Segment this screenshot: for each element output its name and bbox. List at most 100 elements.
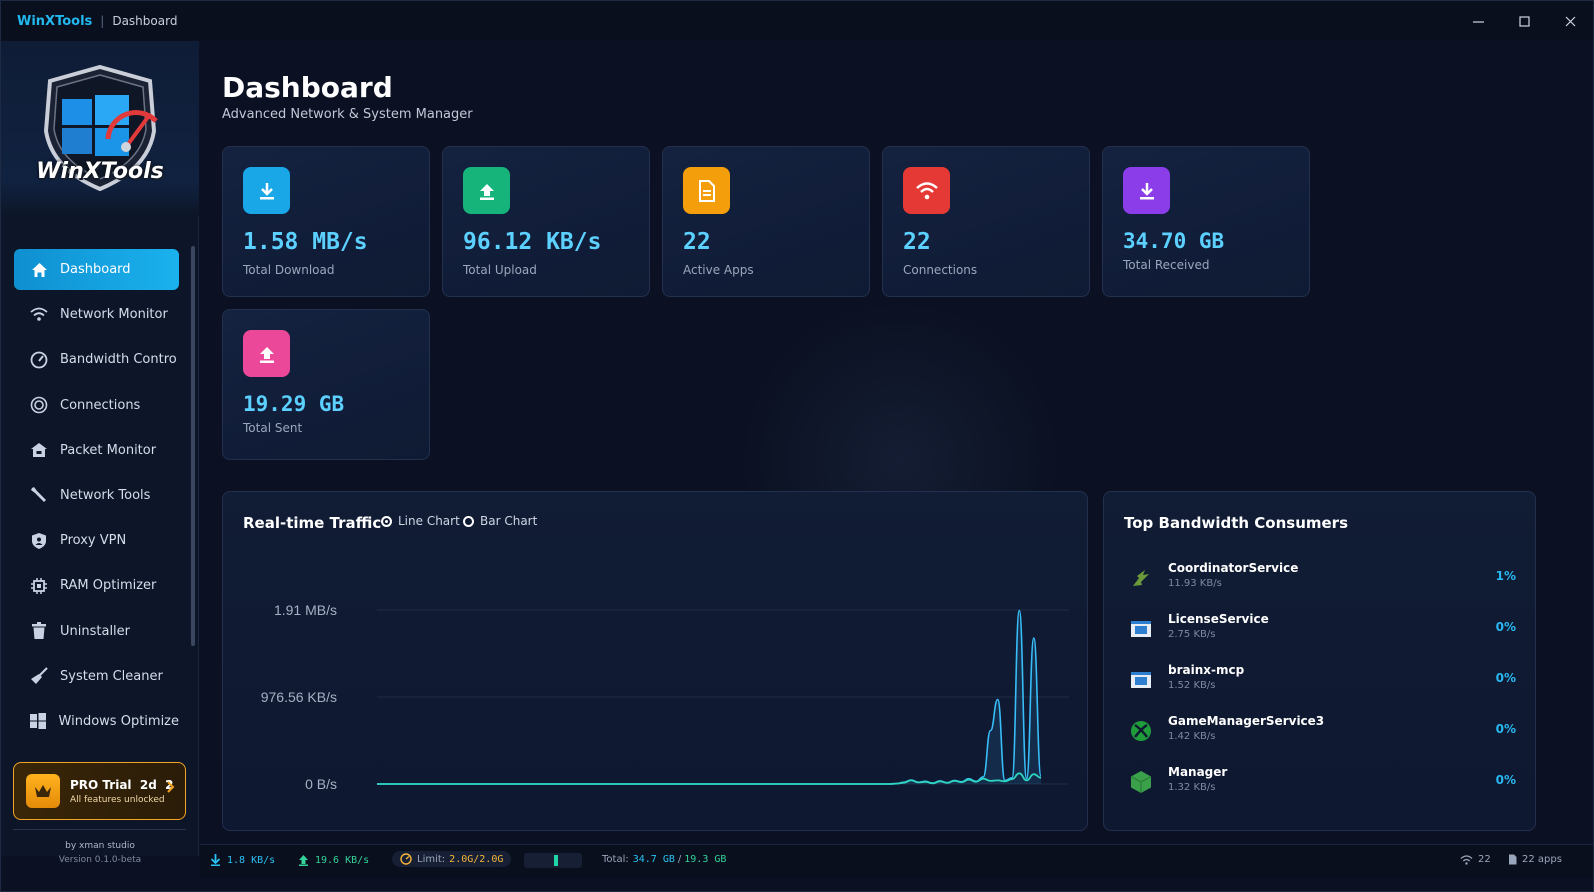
stat-label: Total Download	[243, 263, 335, 277]
title-bar: WinXTools | Dashboard	[1, 1, 1593, 41]
stat-value: 1.58 MB/s	[243, 229, 368, 255]
pro-trial-card[interactable]: PRO Trial 2d 2 All features unlocked	[13, 762, 186, 820]
stat-value: 34.70 GB	[1123, 229, 1225, 253]
pro-trial-subtitle: All features unlocked	[70, 794, 165, 805]
consumer-row[interactable]: CoordinatorService 11.93 KB/s 1%	[1124, 559, 1516, 599]
page-title: Dashboard	[222, 71, 393, 104]
app-name: WinXTools	[17, 13, 93, 29]
maximize-button[interactable]	[1501, 1, 1547, 41]
minimize-button[interactable]	[1455, 1, 1501, 41]
main-content: Dashboard Advanced Network & System Mana…	[200, 41, 1593, 844]
page-subtitle: Advanced Network & System Manager	[222, 107, 473, 122]
status-upload: 19.6 KB/s	[298, 854, 369, 866]
status-bar: 1.8 KB/s 19.6 KB/s Limit: 2.0G/2.0G Tota…	[200, 844, 1593, 878]
stat-card-total-download: 1.58 MB/s Total Download	[222, 146, 430, 297]
sidebar-item-bandwidth-control[interactable]: Bandwidth Contro	[14, 339, 179, 380]
consumer-rate: 2.75 KB/s	[1168, 629, 1216, 640]
windows-icon	[28, 712, 49, 730]
logo-area: WinXTools	[1, 41, 199, 216]
consumer-name: Manager	[1168, 765, 1228, 779]
status-upload-value: 19.6 KB/s	[315, 854, 370, 866]
packet-icon	[28, 441, 50, 459]
connections-icon	[28, 396, 50, 414]
window-icon	[1128, 616, 1154, 642]
sidebar-item-label: Network Monitor	[60, 307, 168, 323]
apps-count: 22 apps	[1522, 854, 1562, 865]
app-icon	[1128, 565, 1154, 591]
consumer-row[interactable]: GameManagerService3 1.42 KB/s 0%	[1124, 712, 1516, 752]
sidebar-scrollbar[interactable]	[191, 246, 195, 646]
shield-icon	[28, 532, 50, 550]
limit-label: Limit:	[417, 853, 446, 865]
logo-wordmark: WinXTools	[36, 159, 164, 184]
sidebar-item-label: Packet Monitor	[60, 442, 157, 458]
trash-icon	[28, 622, 50, 640]
consumers-panel: Top Bandwidth Consumers CoordinatorServi…	[1103, 491, 1536, 831]
consumer-percent: 1%	[1495, 569, 1516, 583]
consumer-rate: 1.52 KB/s	[1168, 680, 1216, 691]
home-icon	[28, 261, 50, 279]
gauge-icon	[400, 853, 412, 865]
sidebar-item-connections[interactable]: Connections	[14, 385, 179, 426]
consumers-title: Top Bandwidth Consumers	[1124, 514, 1349, 532]
sidebar-item-packet-monitor[interactable]: Packet Monitor	[14, 430, 179, 471]
total-received: 34.7 GB	[632, 854, 675, 865]
sidebar-item-dashboard[interactable]: Dashboard	[14, 249, 179, 290]
sidebar-item-system-cleaner[interactable]: System Cleaner	[14, 656, 179, 697]
download-icon	[243, 167, 290, 214]
sidebar-item-ram-optimizer[interactable]: RAM Optimizer	[14, 565, 179, 606]
sidebar-item-label: Dashboard	[60, 262, 131, 277]
consumer-rate: 1.32 KB/s	[1168, 782, 1216, 793]
total-sent: 19.3 GB	[684, 854, 727, 865]
version-label: Version 0.1.0-beta	[58, 855, 142, 865]
consumer-name: GameManagerService3	[1168, 714, 1325, 728]
chevron-right-icon	[167, 781, 175, 797]
stat-value: 19.29 GB	[243, 392, 345, 416]
stat-card-connections: 22 Connections	[882, 146, 1090, 297]
app-window: WinXTools | Dashboard WinXTools Dashboar…	[0, 0, 1594, 892]
connections-count: 22	[1478, 854, 1491, 865]
crown-icon	[26, 774, 60, 808]
stat-value: 22	[903, 229, 931, 255]
stat-card-total-upload: 96.12 KB/s Total Upload	[442, 146, 650, 297]
sidebar-item-label: Connections	[60, 397, 141, 413]
sidebar-item-label: Windows Optimize	[58, 713, 179, 729]
sidebar-item-windows-optimizer[interactable]: Windows Optimize	[14, 701, 179, 742]
wifi-icon	[1460, 854, 1473, 865]
status-total: Total: 34.7 GB / 19.3 GB	[602, 854, 726, 865]
limit-pill[interactable]: Limit: 2.0G/2.0G	[392, 851, 512, 867]
window-icon	[1128, 667, 1154, 693]
close-icon	[1565, 16, 1575, 26]
cube-icon	[1128, 769, 1154, 795]
wifi-icon	[903, 167, 950, 214]
credits: by xman studio Version 0.1.0-beta	[1, 839, 199, 867]
pro-trial-text: PRO Trial 2d 2 All features unlocked	[70, 778, 174, 805]
xbox-icon	[1128, 718, 1154, 744]
stat-label: Connections	[903, 263, 978, 277]
sidebar-item-uninstaller[interactable]: Uninstaller	[14, 611, 179, 652]
consumer-row[interactable]: Manager 1.32 KB/s 0%	[1124, 763, 1516, 803]
status-connections: 22	[1460, 854, 1491, 865]
pro-trial-title: PRO Trial 2d 2	[70, 777, 174, 792]
breadcrumb: Dashboard	[112, 14, 178, 28]
stat-label: Total Upload	[463, 263, 537, 277]
y-tick-label: 0 B/s	[305, 776, 337, 792]
wrench-icon	[28, 486, 50, 504]
stat-value: 22	[683, 229, 711, 255]
close-button[interactable]	[1547, 1, 1593, 41]
usage-mini-bar	[524, 853, 582, 868]
consumer-rate: 11.93 KB/s	[1168, 578, 1222, 589]
consumer-row[interactable]: brainx-mcp 1.52 KB/s 0%	[1124, 661, 1516, 701]
sidebar-item-network-tools[interactable]: Network Tools	[14, 475, 179, 516]
status-apps: 22 apps	[1508, 854, 1562, 865]
file-icon	[683, 167, 730, 214]
consumer-row[interactable]: LicenseService 2.75 KB/s 0%	[1124, 610, 1516, 650]
sidebar-item-proxy-vpn[interactable]: Proxy VPN	[14, 520, 179, 561]
sidebar: WinXTools Dashboard Network Monitor Band…	[1, 41, 199, 865]
consumer-percent: 0%	[1495, 722, 1516, 736]
sidebar-item-network-monitor[interactable]: Network Monitor	[14, 294, 179, 335]
status-download-value: 1.8 KB/s	[227, 854, 276, 866]
consumer-percent: 0%	[1495, 773, 1516, 787]
y-tick-label: 976.56 KB/s	[261, 689, 337, 705]
stat-card-total-sent: 19.29 GB Total Sent	[222, 309, 430, 460]
